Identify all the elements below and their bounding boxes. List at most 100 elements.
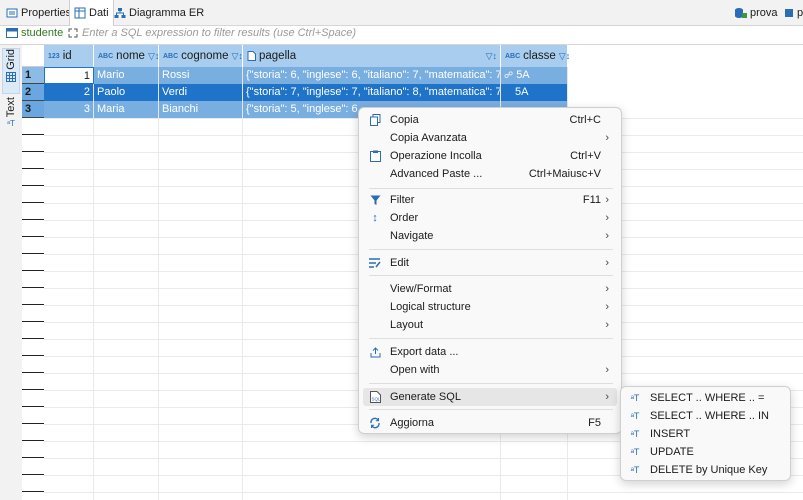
- menu-item-copia-avanzata[interactable]: Copia Avanzata ›: [363, 129, 617, 147]
- menu-item-shortcut: Ctrl+V: [570, 150, 601, 162]
- menu-item-navigate[interactable]: Navigate ›: [363, 227, 617, 245]
- filter-placeholder: Enter a SQL expression to filter results…: [82, 27, 357, 39]
- row-number[interactable]: 2: [22, 84, 44, 101]
- row-number-column: 1 2 3: [22, 45, 44, 500]
- datasource-selector[interactable]: prova: [734, 0, 778, 25]
- cell-classe[interactable]: 5A: [501, 84, 568, 101]
- menu-item-generate-sql[interactable]: SQL Generate SQL ›: [363, 388, 617, 406]
- filter-sort-icon[interactable]: ▽↕: [559, 51, 570, 62]
- text-type-icon: ABC: [98, 52, 114, 60]
- chevron-right-icon: ›: [605, 132, 609, 144]
- filter-sort-icon[interactable]: ▽↕: [486, 51, 497, 62]
- sql-filter-input[interactable]: Enter a SQL expression to filter results…: [68, 27, 356, 39]
- cell-nome[interactable]: Maria: [94, 101, 159, 118]
- menu-item-aggiorna[interactable]: Aggiorna F5: [363, 414, 617, 432]
- filter-sort-icon[interactable]: ▽↕: [148, 51, 159, 62]
- row-number-empty: [22, 135, 44, 152]
- chevron-right-icon: ›: [605, 319, 609, 331]
- submenu-item-label: UPDATE: [650, 446, 694, 458]
- menu-item-shortcut: F5: [588, 417, 601, 429]
- menu-item-label: Navigate: [390, 230, 434, 242]
- menu-item-order[interactable]: ↕ Order ›: [363, 209, 617, 227]
- entity-name: studente: [21, 27, 64, 39]
- sql-icon: SQL: [363, 391, 387, 403]
- submenu-item-update[interactable]: ᵃT UPDATE: [625, 443, 787, 461]
- cell-cognome[interactable]: Rossi: [159, 67, 243, 84]
- column-name: nome: [116, 50, 145, 62]
- cell-cognome[interactable]: Bianchi: [159, 101, 243, 118]
- submenu-item-select-where-in[interactable]: ᵃT SELECT .. WHERE .. IN: [625, 407, 787, 425]
- column-header-cognome[interactable]: ABC cognome ▽↕: [159, 45, 243, 67]
- submenu-item-delete-by-unique-key[interactable]: ᵃT DELETE by Unique Key: [625, 461, 787, 479]
- context-menu: Copia Ctrl+C Copia Avanzata › Operazione…: [358, 107, 622, 434]
- row-number-empty: [22, 390, 44, 407]
- schema-selector[interactable]: p: [784, 0, 803, 25]
- menu-item-label: Edit: [390, 257, 409, 269]
- row-number-empty: [22, 424, 44, 441]
- cell-id[interactable]: 2: [44, 84, 94, 101]
- export-icon: [363, 346, 387, 358]
- chevron-right-icon: ›: [605, 391, 609, 403]
- submenu-item-label: SELECT .. WHERE .. =: [650, 392, 765, 404]
- menu-item-logical-structure[interactable]: Logical structure ›: [363, 298, 617, 316]
- row-number-empty: [22, 203, 44, 220]
- column-header-classe[interactable]: ABC classe ▽↕: [501, 45, 570, 67]
- menu-item-copia[interactable]: Copia Ctrl+C: [363, 111, 617, 129]
- corner-cell[interactable]: [22, 45, 44, 67]
- grid-view-tab[interactable]: Grid: [2, 48, 20, 94]
- menu-item-layout[interactable]: Layout ›: [363, 316, 617, 334]
- schema-icon: [784, 8, 794, 18]
- menu-item-label: Export data ...: [390, 346, 459, 358]
- menu-item-shortcut: Ctrl+Maiusc+V: [528, 168, 601, 180]
- menu-item-open-with[interactable]: Open with ›: [363, 361, 617, 379]
- entity-label[interactable]: studente: [6, 27, 63, 39]
- column-header-nome[interactable]: ABC nome ▽↕: [94, 45, 159, 67]
- menu-item-edit[interactable]: Edit ›: [363, 254, 617, 272]
- menu-item-view-format[interactable]: View/Format ›: [363, 280, 617, 298]
- cell-nome[interactable]: Paolo: [94, 84, 159, 101]
- tab-diagramma-er[interactable]: Diagramma ER: [110, 0, 208, 25]
- cell-classe[interactable]: ☍ 5A: [501, 67, 568, 84]
- cell-nome[interactable]: Mario: [94, 67, 159, 84]
- submenu-item-insert[interactable]: ᵃT INSERT: [625, 425, 787, 443]
- menu-item-filter[interactable]: Filter F11 ›: [363, 191, 617, 209]
- menu-item-label: Filter: [390, 194, 415, 206]
- tab-dati[interactable]: Dati: [69, 0, 114, 26]
- menu-item-export-data[interactable]: Export data ...: [363, 343, 617, 361]
- menu-separator: [369, 188, 613, 189]
- row-number[interactable]: 3: [22, 101, 44, 118]
- menu-separator: [369, 409, 613, 410]
- menu-item-shortcut: F11: [582, 194, 601, 206]
- menu-item-label: Logical structure: [390, 301, 471, 313]
- svg-text:SQL: SQL: [371, 397, 381, 402]
- sql-text-icon: ᵃT: [630, 411, 640, 421]
- row-number[interactable]: 1: [22, 67, 44, 84]
- json-type-icon: [247, 51, 256, 61]
- menu-item-label: Open with: [390, 364, 440, 376]
- cell-pagella[interactable]: {"storia": 6, "inglese": 6, "italiano": …: [243, 67, 501, 84]
- edit-icon: [363, 258, 387, 268]
- filter-icon: [363, 195, 387, 206]
- cell-id[interactable]: 3: [44, 101, 94, 118]
- cell-cognome[interactable]: Verdi: [159, 84, 243, 101]
- table-icon: [6, 28, 18, 38]
- row-number-empty: [22, 271, 44, 288]
- grid-view-label: Grid: [5, 49, 17, 70]
- menu-item-label: Layout: [390, 319, 424, 331]
- submenu-item-select-where-equals[interactable]: ᵃT SELECT .. WHERE .. =: [625, 389, 787, 407]
- filter-sort-icon[interactable]: ▽↕: [231, 51, 242, 62]
- text-view-tab[interactable]: Text ᵃT: [3, 97, 19, 137]
- column-header-pagella[interactable]: pagella ▽↕: [243, 45, 501, 67]
- row-number-empty: [22, 458, 44, 475]
- editor-tab-bar: Properties Dati Diagramma ER prova p: [0, 0, 803, 26]
- tab-properties[interactable]: Properties: [2, 0, 75, 25]
- cell-pagella[interactable]: {"storia": 7, "inglese": 7, "italiano": …: [243, 84, 501, 101]
- menu-item-label: Copia: [390, 114, 419, 126]
- row-number-empty: [22, 373, 44, 390]
- cell-id[interactable]: 1: [44, 67, 94, 84]
- menu-item-advanced-paste[interactable]: Advanced Paste ... Ctrl+Maiusc+V: [363, 165, 617, 183]
- menu-item-operazione-incolla[interactable]: Operazione Incolla Ctrl+V: [363, 147, 617, 165]
- database-icon: [734, 7, 747, 19]
- column-header-id[interactable]: 123 id: [44, 45, 94, 67]
- grid-icon: [6, 71, 16, 82]
